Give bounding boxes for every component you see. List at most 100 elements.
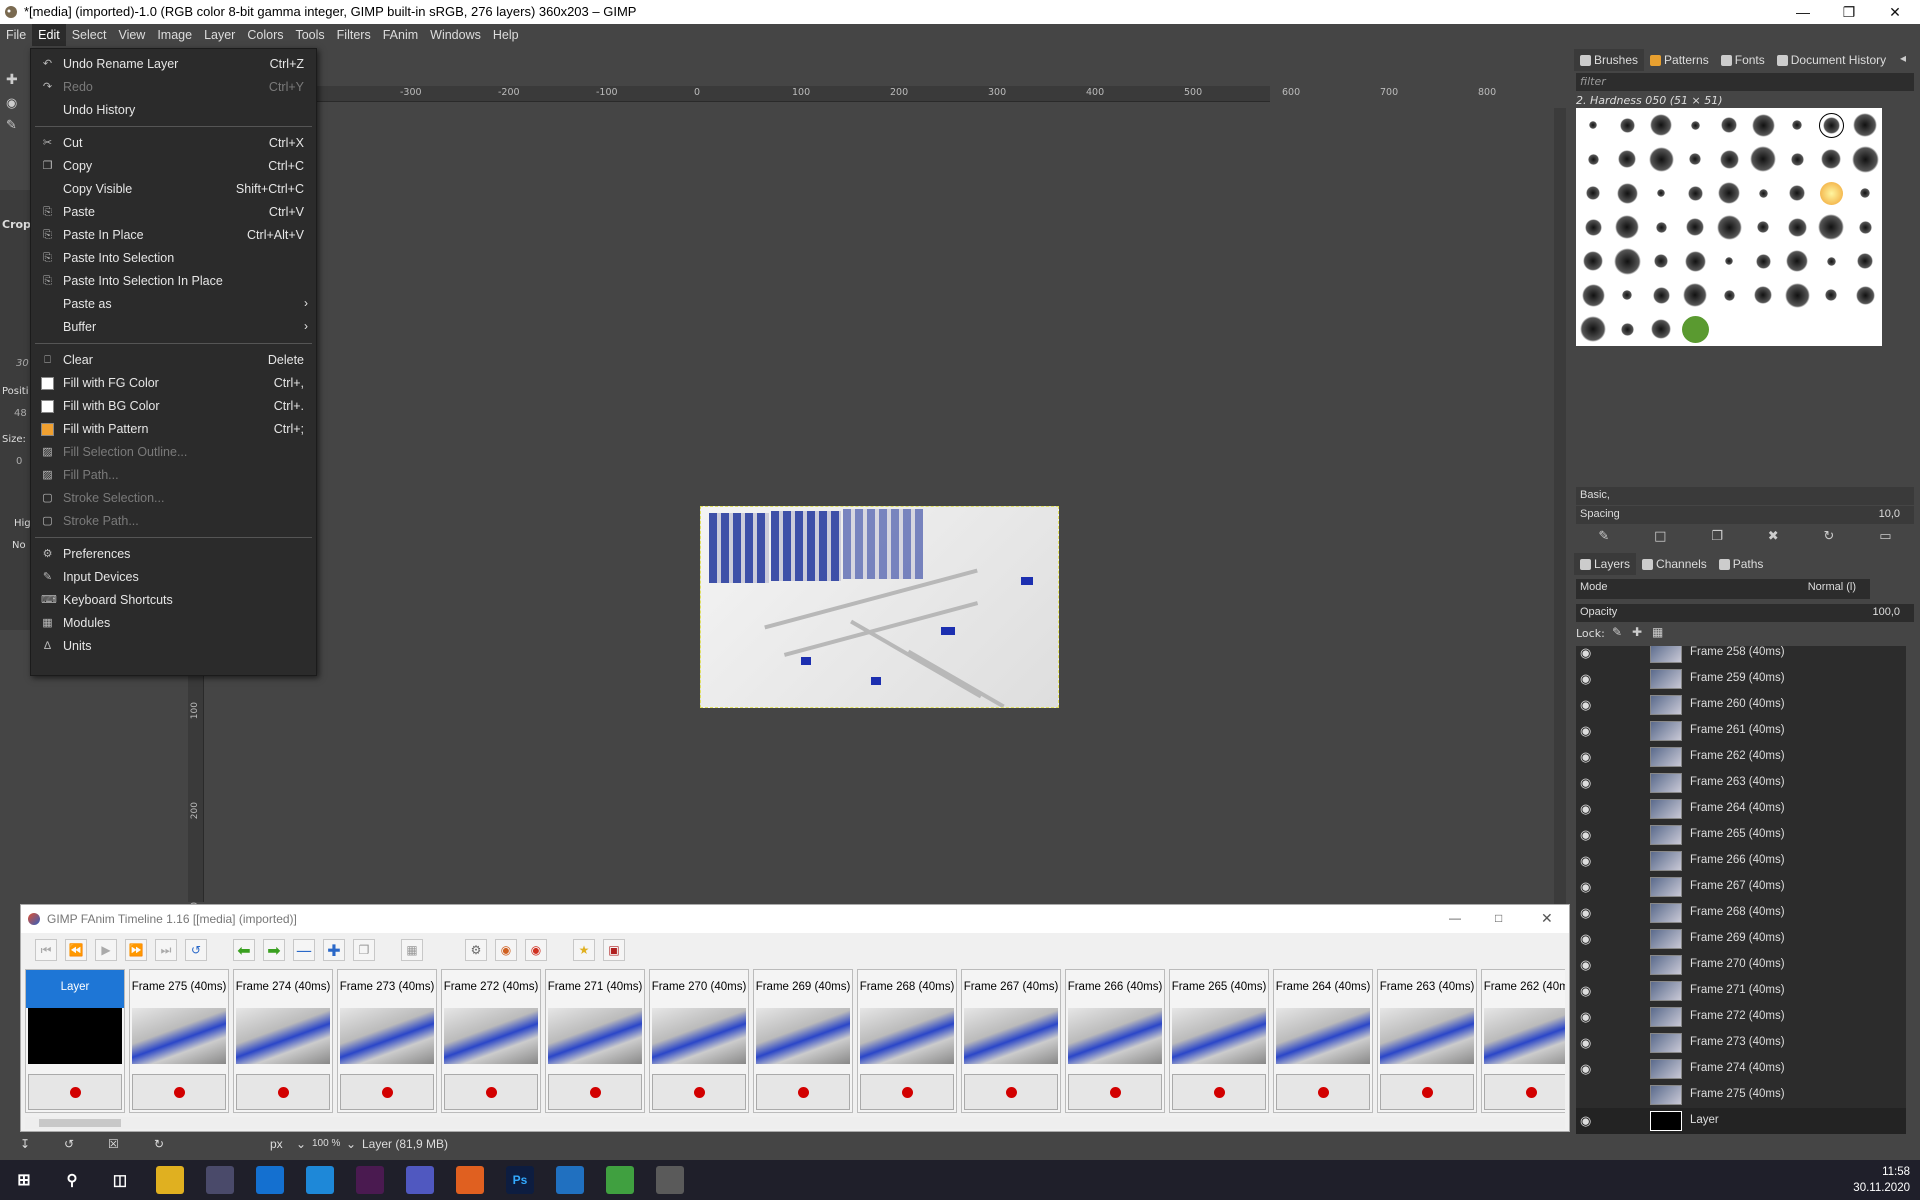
tab-patterns[interactable]: Patterns <box>1644 49 1715 71</box>
eye-icon[interactable]: ◉ <box>1580 853 1598 869</box>
edit-item-units[interactable]: ∆ Units <box>31 635 316 658</box>
mode-value[interactable]: Normal (l) <box>1808 581 1856 593</box>
frame-settings-button[interactable] <box>1068 1074 1162 1110</box>
edit-item-paste[interactable]: ⎘ Paste Ctrl+V <box>31 201 316 224</box>
outlook-icon[interactable] <box>256 1166 284 1194</box>
layer-row[interactable]: ◉ Frame 267 (40ms) <box>1576 874 1906 900</box>
timeline-frame[interactable]: Frame 264 (40ms) <box>1273 969 1373 1113</box>
edit-item-paste-as[interactable]: Paste as › <box>31 293 316 316</box>
menu-filters[interactable]: Filters <box>331 24 377 46</box>
size-value[interactable]: 0 <box>16 456 22 467</box>
brush-preview[interactable] <box>1725 257 1733 265</box>
brush-preview[interactable] <box>1622 290 1632 300</box>
brush-preview[interactable] <box>1683 283 1707 307</box>
timeline-maximize-button[interactable]: □ <box>1495 911 1502 925</box>
layer-row[interactable]: Frame 275 (40ms) <box>1576 1082 1906 1108</box>
duplicate-brush-icon[interactable]: ❐ <box>1711 529 1723 544</box>
last-frame-button[interactable]: ⏭ <box>155 939 177 961</box>
layer-row[interactable]: ◉ Frame 264 (40ms) <box>1576 796 1906 822</box>
brush-preview[interactable] <box>1718 182 1740 204</box>
edit-item-copy[interactable]: ❐ Copy Ctrl+C <box>31 155 316 178</box>
reset-icon[interactable]: ↻ <box>154 1137 164 1151</box>
spacing-value[interactable]: 10,0 <box>1879 508 1900 520</box>
layer-row[interactable]: ◉ Frame 265 (40ms) <box>1576 822 1906 848</box>
bucket-tool-icon[interactable]: ◉ <box>6 96 17 111</box>
timeline-frame[interactable]: Layer <box>25 969 125 1113</box>
brush-preview[interactable] <box>1853 113 1877 137</box>
frame-settings-button[interactable] <box>964 1074 1058 1110</box>
layer-row[interactable]: ◉ Frame 260 (40ms) <box>1576 692 1906 718</box>
layer-row[interactable]: ◉ Frame 272 (40ms) <box>1576 1004 1906 1030</box>
task-view-icon[interactable]: ◫ <box>106 1166 134 1194</box>
brush-preview[interactable] <box>1580 316 1606 342</box>
brush-preview[interactable] <box>1652 286 1670 304</box>
eye-icon[interactable]: ◉ <box>1580 801 1598 817</box>
lock-position-icon[interactable]: ✚ <box>1632 625 1642 639</box>
first-frame-button[interactable]: ⏮ <box>35 939 57 961</box>
edit-item-copy-visible[interactable]: Copy Visible Shift+Ctrl+C <box>31 178 316 201</box>
brush-preview[interactable] <box>1751 113 1775 137</box>
onion-skin-button[interactable]: ▦ <box>401 939 423 961</box>
brush-preview[interactable] <box>1857 253 1873 269</box>
lock-pixels-icon[interactable]: ✎ <box>1612 625 1622 639</box>
move-tool-icon[interactable]: ✚ <box>6 72 18 88</box>
frame-settings-button[interactable] <box>548 1074 642 1110</box>
layer-row[interactable]: ◉ Frame 258 (40ms) <box>1576 646 1906 666</box>
eye-icon[interactable]: ◉ <box>1580 957 1598 973</box>
timeline-frame[interactable]: Frame 273 (40ms) <box>337 969 437 1113</box>
brush-preset-dropdown[interactable]: Basic, <box>1576 487 1914 505</box>
eye-icon[interactable]: ◉ <box>1580 983 1598 999</box>
minimize-button[interactable]: — <box>1780 0 1826 24</box>
mode-dropdown[interactable]: Mode Normal (l) <box>1576 579 1870 599</box>
edit-item-preferences[interactable]: ⚙ Preferences <box>31 543 316 566</box>
edit-item-modules[interactable]: ▦ Modules <box>31 612 316 635</box>
timeline-frame[interactable]: Frame 272 (40ms) <box>441 969 541 1113</box>
frame-settings-button[interactable] <box>1172 1074 1266 1110</box>
timeline-frame[interactable]: Frame 274 (40ms) <box>233 969 333 1113</box>
layer-row[interactable]: ◉ Layer <box>1576 1108 1906 1134</box>
brush-preview[interactable] <box>1581 283 1605 307</box>
brush-preview[interactable] <box>1818 214 1844 240</box>
brush-preview[interactable] <box>1587 153 1599 165</box>
brush-preview[interactable] <box>1826 256 1836 266</box>
brush-preview[interactable] <box>1784 282 1810 308</box>
edit-item-paste-into-selection[interactable]: ⎘ Paste Into Selection <box>31 247 316 270</box>
timeline-horizontal-scrollbar[interactable] <box>25 1117 1565 1129</box>
delete-brush-icon[interactable]: ✖ <box>1768 529 1779 544</box>
brush-preview[interactable] <box>1681 315 1709 343</box>
brush-preview[interactable] <box>1825 289 1837 301</box>
photos-icon[interactable] <box>556 1166 584 1194</box>
frame-settings-button[interactable] <box>860 1074 954 1110</box>
eye-icon[interactable]: ◉ <box>1580 671 1598 687</box>
menu-tools[interactable]: Tools <box>289 24 330 46</box>
brush-preview[interactable] <box>1821 149 1841 169</box>
open-brush-icon[interactable]: ▭ <box>1879 529 1891 544</box>
store-icon[interactable] <box>206 1166 234 1194</box>
timeline-frame[interactable]: Frame 270 (40ms) <box>649 969 749 1113</box>
brush-preview[interactable] <box>1616 182 1638 204</box>
gimp-taskbar-icon[interactable] <box>656 1166 684 1194</box>
edit-item-cut[interactable]: ✂ Cut Ctrl+X <box>31 132 316 155</box>
git-icon[interactable] <box>606 1166 634 1194</box>
frame-settings-button[interactable] <box>1484 1074 1565 1110</box>
firefox-icon[interactable] <box>456 1166 484 1194</box>
frame-settings-button[interactable] <box>756 1074 850 1110</box>
brush-preview[interactable] <box>1723 289 1735 301</box>
unit-dropdown[interactable]: px <box>270 1137 283 1151</box>
timeline-frame[interactable]: Frame 263 (40ms) <box>1377 969 1477 1113</box>
favorite-button[interactable]: ★ <box>573 939 595 961</box>
brush-preview[interactable] <box>1789 185 1805 201</box>
eye-icon[interactable]: ◉ <box>1580 1113 1598 1129</box>
frame-settings-button[interactable] <box>444 1074 538 1110</box>
lock-alpha-icon[interactable]: ▦ <box>1652 625 1663 639</box>
brush-preview[interactable] <box>1655 221 1667 233</box>
export-icon[interactable]: ↧ <box>20 1137 30 1151</box>
frame-settings-button[interactable]: ◉ <box>495 939 517 961</box>
teams-icon[interactable] <box>406 1166 434 1194</box>
brush-preview[interactable] <box>1750 146 1776 172</box>
edit-item-input-devices[interactable]: ✎ Input Devices <box>31 566 316 589</box>
frame-settings-button[interactable] <box>28 1074 122 1110</box>
eye-icon[interactable]: ◉ <box>1580 905 1598 921</box>
highlight-dropdown[interactable]: Hig <box>14 518 31 529</box>
timeline-frame[interactable]: Frame 271 (40ms) <box>545 969 645 1113</box>
